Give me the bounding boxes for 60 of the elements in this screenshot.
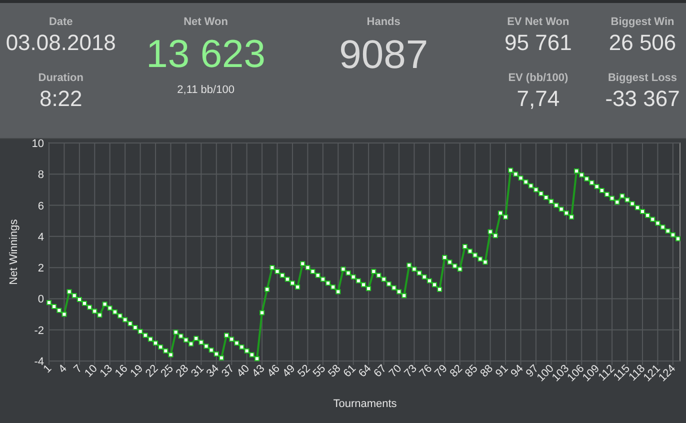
axis-tick-label: 16 (113, 362, 130, 380)
stat-value: 95 761 (504, 29, 572, 57)
axis-tick-label: 4 (38, 231, 44, 244)
stat-value: 26 506 (608, 29, 676, 57)
axis-tick-label: 43 (250, 362, 268, 380)
axis-title: Net Winnings (8, 219, 20, 285)
stat-label: Hands (366, 15, 400, 29)
stat-value: 13 623 (146, 32, 266, 78)
axis-tick-label: 6 (38, 200, 44, 212)
axis-tick-label: 58 (326, 362, 344, 380)
axis-tick-label: 88 (478, 362, 496, 380)
axis-tick-label: 31 (189, 362, 206, 380)
stat-value: -33 367 (605, 85, 680, 113)
axis-tick-label: 8 (38, 169, 44, 182)
axis-tick-label: 34 (204, 362, 222, 380)
axis-tick-label: 10 (82, 362, 100, 380)
axis-tick-label: 55 (310, 362, 328, 380)
axis-tick-label: 82 (448, 362, 465, 380)
stat-label: EV Net Won (507, 15, 570, 29)
axis-tick-label: 91 (494, 362, 511, 380)
axis-tick-label: 22 (144, 362, 161, 380)
axis-tick-label: 94 (508, 362, 526, 380)
data-point (260, 310, 265, 316)
axis-tick-label: 0 (38, 294, 44, 306)
axis-tick-label: 73 (402, 362, 420, 380)
axis-tick-label: 79 (432, 362, 450, 380)
stat-label: EV (bb/100) (508, 71, 568, 85)
axis-tick-label: 28 (174, 362, 192, 380)
stat-value: 7,74 (516, 85, 560, 113)
stat-label: Date (48, 15, 73, 29)
axis-tick-label: 13 (98, 362, 115, 380)
axis-tick-label: 85 (463, 362, 480, 380)
axis-tick-label: 25 (158, 362, 176, 380)
axis-tick-label: 52 (296, 362, 313, 380)
stat-value: 9087 (339, 32, 428, 79)
axis-tick-label: 64 (356, 362, 374, 380)
axis-tick-label: 37 (220, 362, 237, 380)
axis-tick-label: 40 (234, 362, 252, 380)
axis-tick-label: 61 (341, 362, 358, 380)
axis-tick-label: 70 (386, 362, 404, 380)
stat-value: 03.08.2018 (6, 29, 116, 57)
axis-tick-label: 4 (56, 362, 70, 376)
axis-tick-label: 7 (72, 362, 85, 376)
axis-tick-label: 67 (372, 362, 389, 380)
axis-tick-label: 2 (38, 262, 44, 275)
stat-label: Net Won (184, 15, 228, 29)
axis-title: Tournaments (333, 398, 397, 410)
axis-tick-label: 19 (128, 362, 146, 380)
axis-tick-label: -2 (34, 324, 44, 337)
axis-tick-label: -4 (34, 356, 44, 368)
data-point (264, 286, 270, 292)
stat-subvalue: 2,11 bb/100 (177, 84, 234, 96)
stat-label: Biggest Win (610, 15, 674, 29)
axis-tick-label: 49 (280, 362, 298, 380)
stat-value: 8:22 (39, 85, 82, 113)
stat-label: Duration (38, 71, 84, 85)
stat-label: Biggest Loss (608, 71, 678, 85)
axis-tick-label: 10 (32, 139, 44, 150)
axis-tick-label: 46 (265, 362, 282, 380)
axis-tick-label: 76 (417, 362, 435, 380)
